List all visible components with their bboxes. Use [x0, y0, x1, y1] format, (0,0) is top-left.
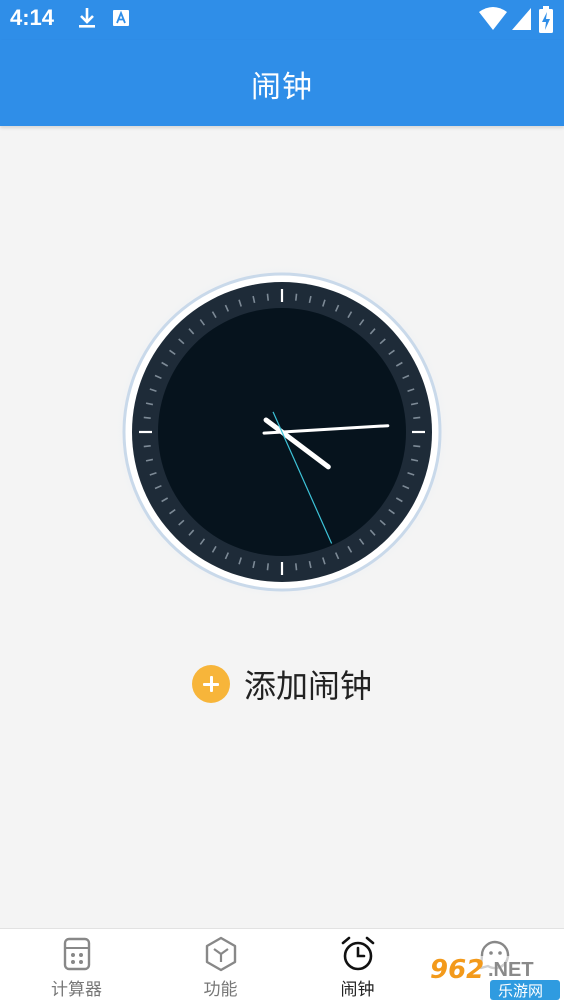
plus-circle-icon — [192, 665, 230, 703]
nav-item-calculator[interactable]: 计算器 — [6, 929, 147, 1005]
clock-tick — [266, 293, 269, 301]
svg-text:962: 962 — [430, 955, 484, 985]
nav-label-alarm: 闹钟 — [340, 980, 375, 1000]
status-bar: 4:14 — [0, 0, 564, 40]
clock-tick — [413, 445, 421, 448]
nav-label-calculator: 计算器 — [51, 980, 102, 1000]
analog-clock — [112, 262, 452, 602]
clock-tick — [295, 293, 298, 301]
nav-item-functions[interactable]: 功能 — [150, 929, 291, 1005]
status-time: 4:14 — [10, 5, 55, 30]
keyboard-a-icon — [113, 10, 129, 26]
page-title: 闹钟 — [251, 70, 313, 105]
battery-charging-icon — [539, 6, 553, 33]
wifi-icon — [479, 7, 507, 30]
clock-tick — [143, 416, 151, 419]
signal-icon — [512, 8, 531, 30]
nav-item-alarm[interactable]: 闹钟 — [287, 929, 428, 1005]
nav-label-functions: 功能 — [203, 980, 238, 1000]
download-icon — [79, 8, 95, 28]
clock-tick — [295, 563, 298, 571]
clock-tick — [413, 416, 421, 419]
clock-tick — [266, 563, 269, 571]
svg-text:.NET: .NET — [488, 959, 534, 981]
clock-face — [112, 262, 452, 602]
calculator-icon — [63, 937, 91, 971]
site-watermark-logo: 962 .NET 乐游网 — [426, 955, 562, 1002]
clock-tick — [143, 445, 151, 448]
svg-text:乐游网: 乐游网 — [498, 982, 543, 1000]
add-alarm-label: 添加闹钟 — [244, 667, 373, 705]
cube-icon — [205, 936, 237, 972]
add-alarm-button[interactable]: 添加闹钟 — [192, 662, 372, 706]
app-bar: 闹钟 — [0, 40, 564, 126]
alarm-clock-icon — [341, 936, 375, 971]
